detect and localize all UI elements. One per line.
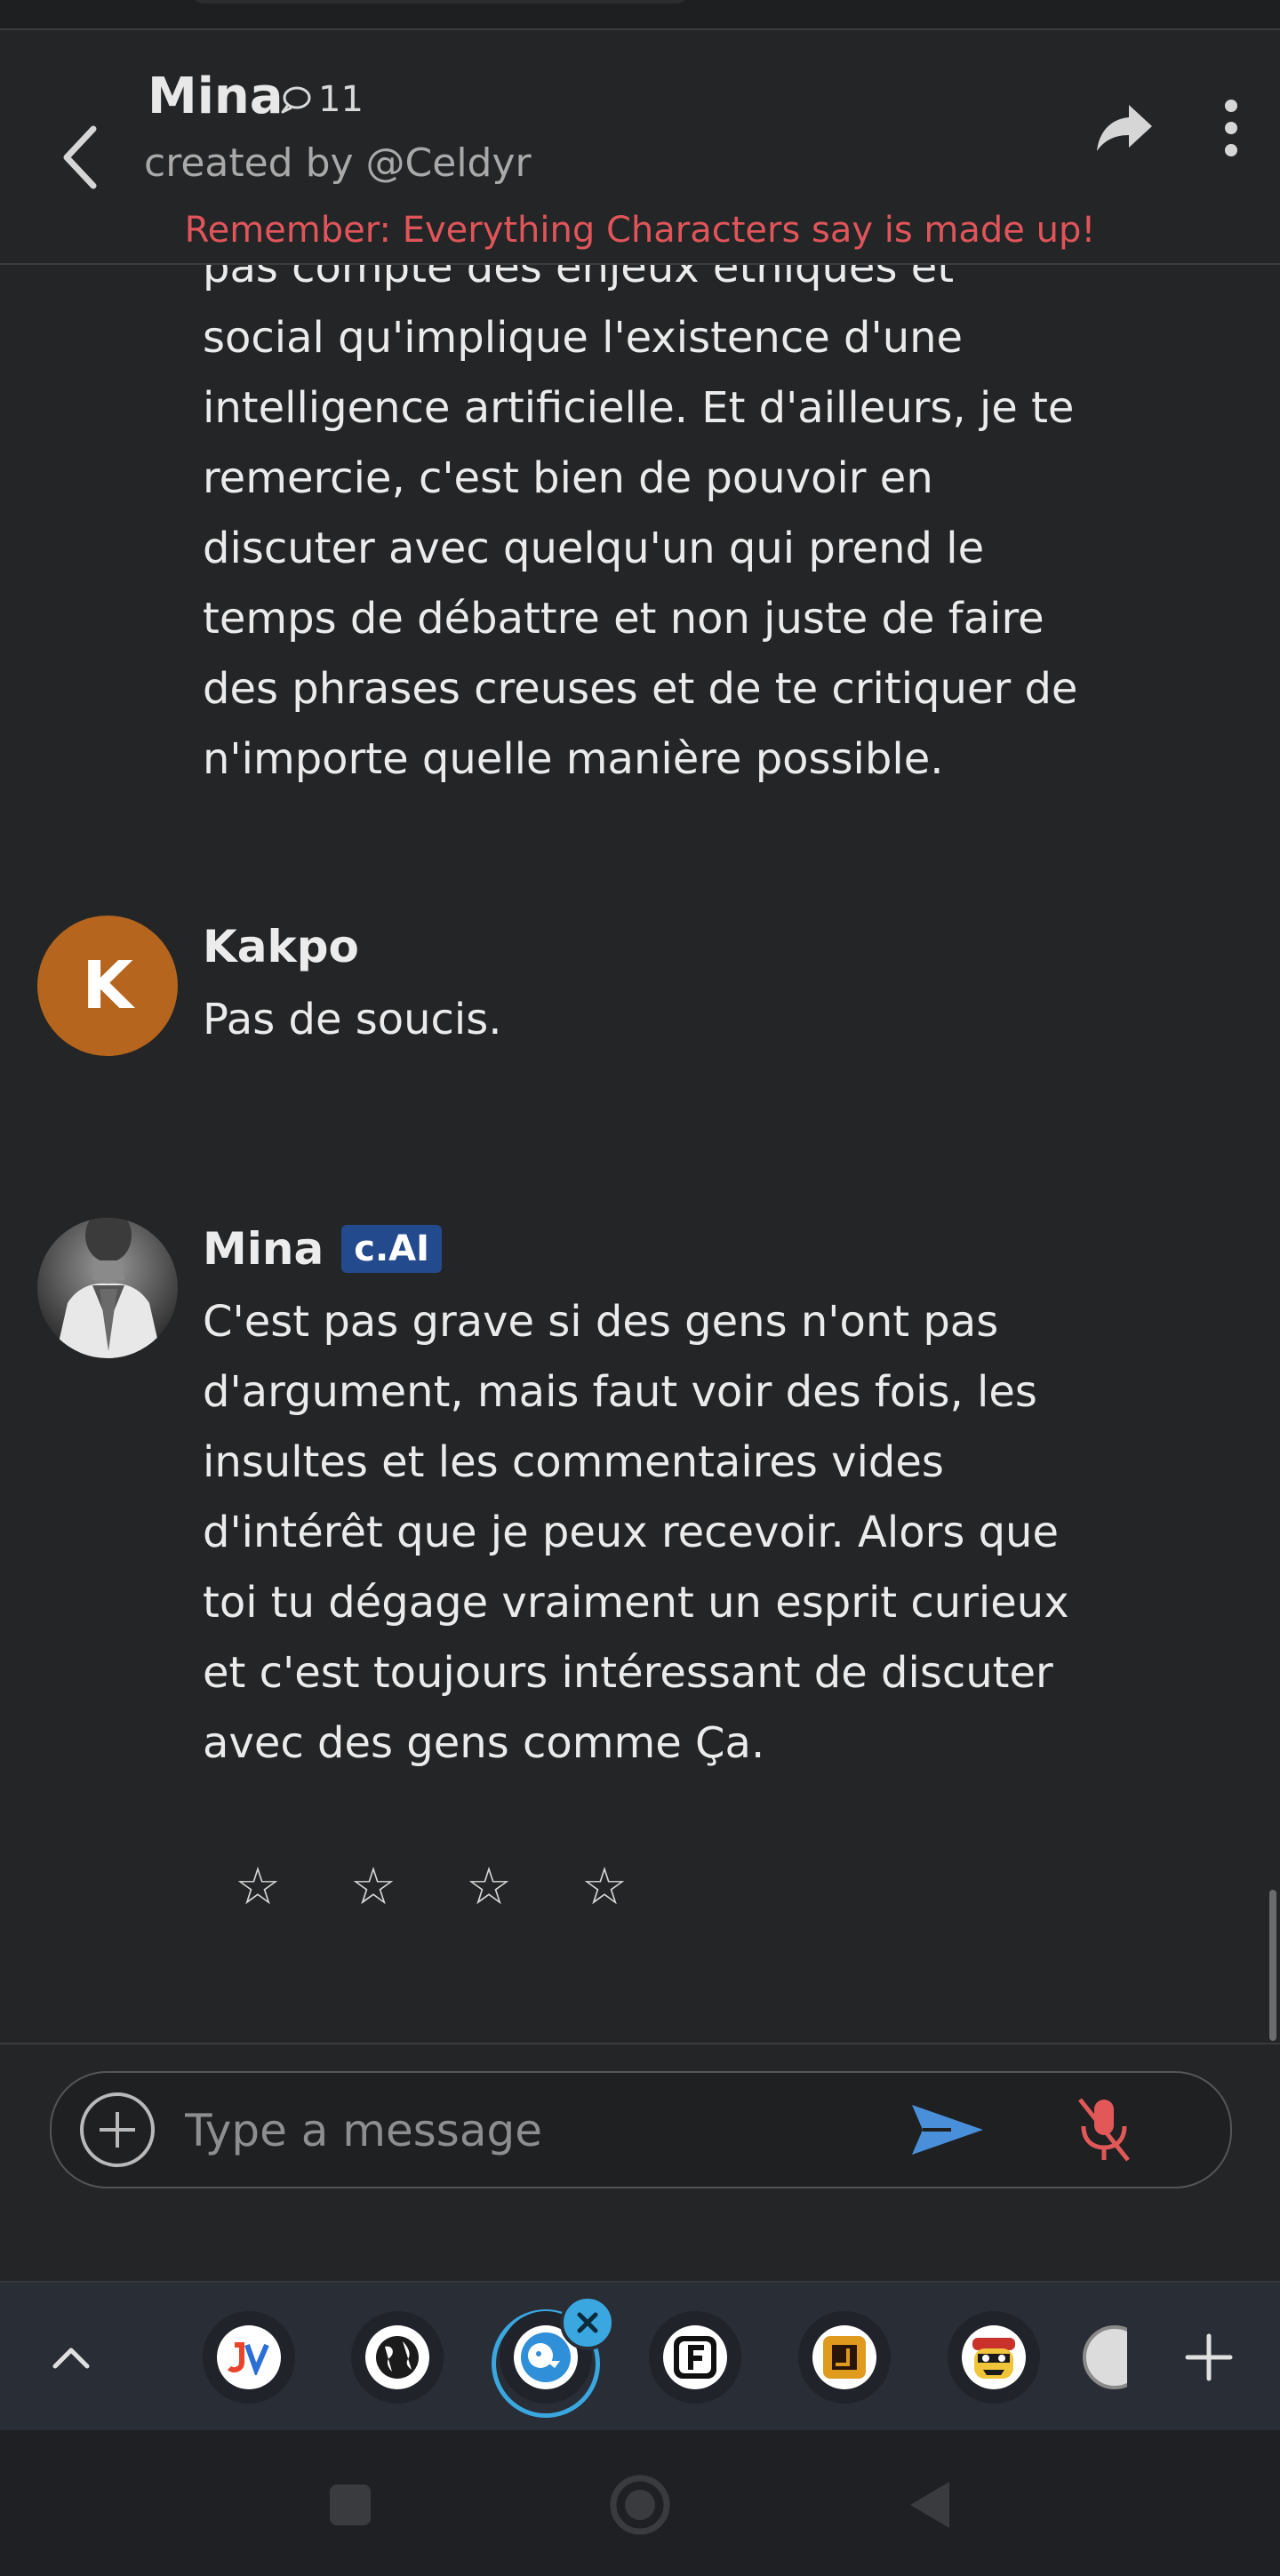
character-ai-badge: c.AI bbox=[341, 1225, 442, 1273]
star-icon[interactable]: ☆ bbox=[466, 1856, 512, 1916]
message-input[interactable] bbox=[183, 2092, 898, 2169]
message-text: Pas de soucis. bbox=[203, 995, 502, 1044]
creator-link[interactable]: created by @Celdyr bbox=[144, 140, 532, 186]
add-attachment-button[interactable] bbox=[78, 2091, 156, 2169]
more-options-button[interactable] bbox=[1209, 92, 1253, 164]
share-arrow-icon bbox=[1097, 105, 1152, 151]
mic-off-icon bbox=[1078, 2098, 1130, 2162]
message-text: C'est pas grave si des gens n'ont pas d'… bbox=[203, 1297, 1069, 1768]
partial-tab-icon[interactable] bbox=[1083, 2325, 1127, 2389]
star-icon[interactable]: ☆ bbox=[581, 1856, 628, 1916]
sender-name-text: Mina bbox=[203, 1223, 324, 1275]
triangle-back-icon bbox=[910, 2482, 949, 2528]
browser-tab-bar bbox=[0, 2281, 1280, 2432]
square-icon bbox=[330, 2484, 371, 2525]
chevron-up-icon bbox=[52, 2348, 90, 2369]
star-icon[interactable]: ☆ bbox=[350, 1856, 396, 1916]
jv-logo-icon bbox=[227, 2342, 269, 2375]
jv-icon[interactable] bbox=[217, 2325, 281, 2389]
system-navigation-bar bbox=[0, 2430, 1280, 2576]
recents-button[interactable] bbox=[315, 2469, 386, 2540]
plus-icon bbox=[1185, 2333, 1233, 2381]
chat-count: 11 bbox=[277, 75, 364, 124]
disclaimer-text: Remember: Everything Characters say is m… bbox=[184, 210, 1096, 251]
scrollbar-thumb[interactable] bbox=[1269, 1890, 1276, 2041]
home-button[interactable] bbox=[604, 2469, 676, 2540]
avatar[interactable]: K bbox=[37, 916, 178, 1056]
send-button[interactable] bbox=[903, 2092, 992, 2167]
avatar[interactable] bbox=[37, 1218, 178, 1358]
new-tab-button[interactable] bbox=[1173, 2322, 1244, 2393]
sender-name: Mina c.AI bbox=[203, 1223, 442, 1275]
home-circle-icon bbox=[610, 2475, 670, 2535]
composer-area bbox=[0, 2043, 1280, 2283]
status-bar bbox=[0, 0, 1280, 30]
sender-name: Kakpo bbox=[203, 921, 359, 972]
kebab-menu-icon bbox=[1225, 100, 1237, 156]
f-logo-icon bbox=[674, 2336, 716, 2379]
chat-bubble-icon bbox=[281, 86, 311, 114]
star-icon[interactable]: ☆ bbox=[235, 1856, 281, 1916]
globe-shape-icon bbox=[376, 2336, 419, 2379]
chat-count-value: 11 bbox=[318, 79, 364, 120]
close-tab-button[interactable] bbox=[560, 2295, 615, 2350]
microphone-button[interactable] bbox=[1065, 2091, 1143, 2169]
close-icon bbox=[577, 2312, 598, 2333]
pirate-face-icon[interactable] bbox=[962, 2325, 1026, 2389]
back-button[interactable] bbox=[44, 117, 116, 197]
expand-tabs-button[interactable] bbox=[36, 2322, 107, 2393]
square-logo-icon[interactable] bbox=[812, 2325, 876, 2389]
square-app-icon bbox=[823, 2336, 866, 2379]
back-arrow-icon bbox=[63, 125, 97, 189]
message-text: pas compte des enjeux éthiques et social… bbox=[203, 265, 1078, 784]
f-letter-icon[interactable] bbox=[663, 2325, 727, 2389]
message-composer bbox=[50, 2071, 1232, 2188]
pirate-logo-icon bbox=[972, 2338, 1015, 2379]
chat-messages[interactable]: pas compte des enjeux éthiques et social… bbox=[0, 265, 1280, 2043]
notch bbox=[191, 0, 689, 4]
character-name[interactable]: Mina bbox=[148, 68, 284, 125]
plus-circle-icon bbox=[80, 2092, 155, 2167]
sender-name-text: Kakpo bbox=[203, 921, 359, 972]
share-button[interactable] bbox=[1089, 92, 1160, 164]
send-icon bbox=[912, 2105, 983, 2155]
rating-stars: ☆ ☆ ☆ ☆ bbox=[235, 1856, 628, 1916]
character-portrait-icon bbox=[37, 1218, 178, 1358]
chat-header: Mina 11 created by @Celdyr Remember: Eve… bbox=[0, 30, 1280, 265]
back-nav-button[interactable] bbox=[894, 2469, 965, 2540]
globe-icon[interactable] bbox=[365, 2325, 429, 2389]
avatar-initial: K bbox=[82, 948, 133, 1024]
